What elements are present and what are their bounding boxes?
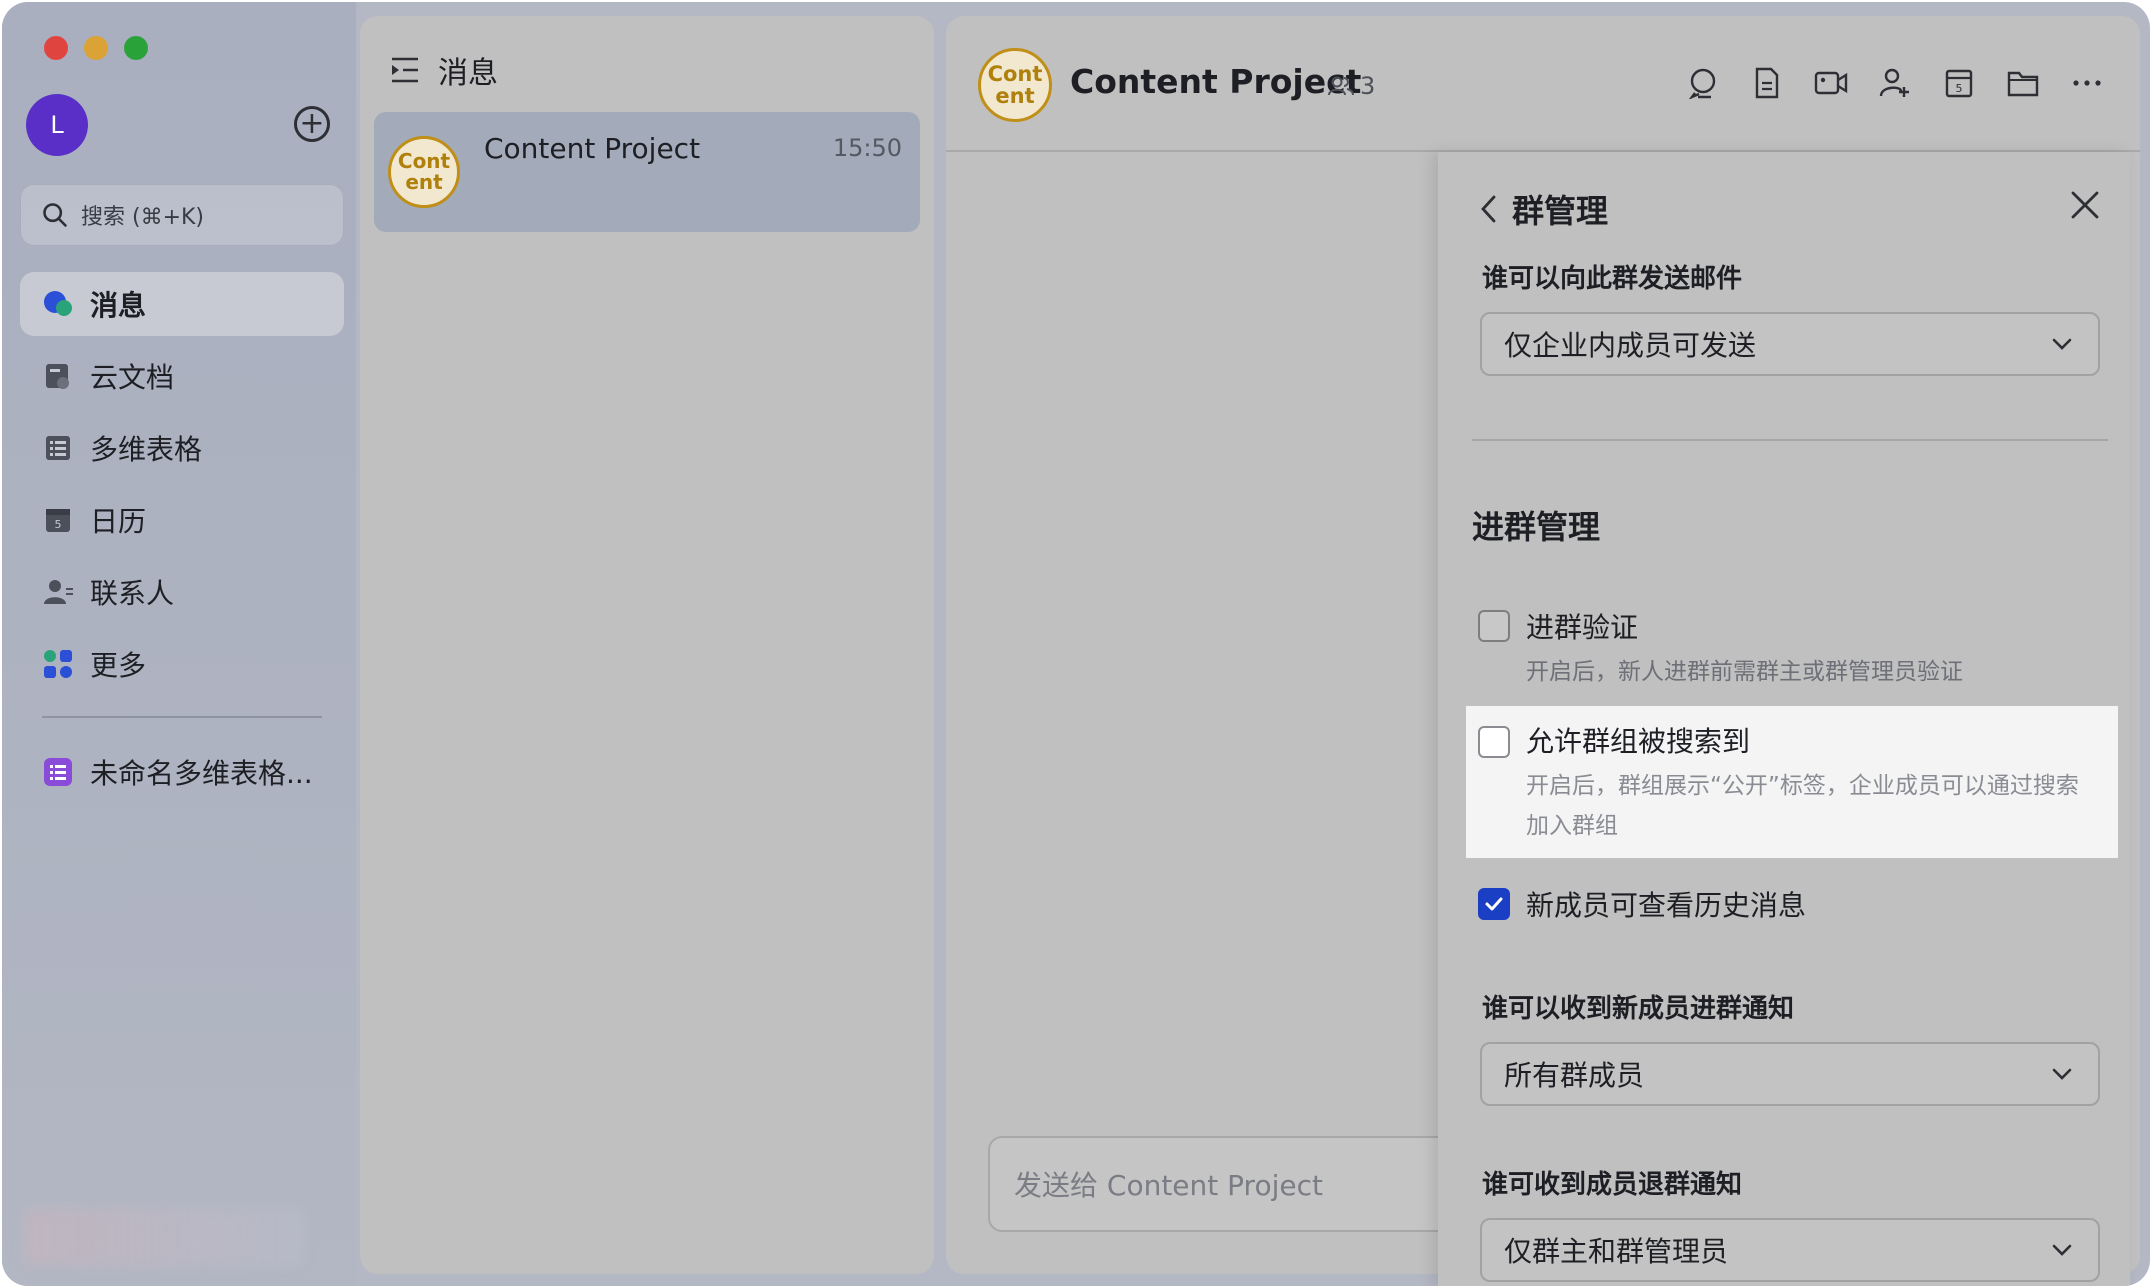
list-title: 消息 — [438, 56, 498, 91]
drawer-title: 群管理 — [1512, 192, 1609, 230]
members-icon — [1328, 76, 1354, 96]
search-input[interactable]: 搜索 (⌘+K) — [20, 184, 344, 246]
table-purple-icon — [42, 756, 74, 788]
history-visible-checkbox[interactable] — [1478, 888, 1510, 920]
doc-icon[interactable] — [1750, 66, 1784, 100]
email-permission-label: 谁可以向此群发送邮件 — [1482, 264, 1743, 294]
sidebar-item-label: 多维表格 — [90, 433, 203, 466]
conversation-title: Content Project — [484, 132, 701, 165]
chat-header: Cont ent Content Project 3 5 — [946, 16, 2140, 152]
join-verification-checkbox[interactable] — [1478, 610, 1510, 642]
sidebar: L + 搜索 (⌘+K) 消息 云文档 多维表格 5 日历 联系人 更多 未命名… — [2, 2, 356, 1286]
add-button[interactable]: + — [294, 106, 330, 142]
sidebar-item-bitable[interactable]: 多维表格 — [20, 416, 344, 480]
group-management-panel: 群管理 谁可以向此群发送邮件 仅企业内成员可发送 进群管理 进群验证 开启后，新… — [1438, 152, 2130, 1286]
leave-notice-value: 仅群主和群管理员 — [1504, 1235, 1729, 1268]
group-logo: Cont ent — [388, 136, 460, 208]
sidebar-pinned-bitable[interactable]: 未命名多维表格... — [20, 740, 344, 804]
conversation-list: 消息 Cont ent Content Project 15:50 — [360, 16, 934, 1274]
sidebar-item-label: 日历 — [90, 505, 147, 538]
searchable-group-checkbox[interactable] — [1478, 726, 1510, 758]
checkmark-icon — [1485, 897, 1503, 911]
join-management-title: 进群管理 — [1472, 508, 1601, 546]
minimize-window-button[interactable] — [84, 36, 108, 60]
option-title: 允许群组被搜索到 — [1526, 725, 1751, 758]
message-input-placeholder: 发送给 Content Project — [1014, 1169, 1323, 1202]
chat-toolbar: 5 — [1686, 66, 2104, 100]
message-bubble-icon — [42, 288, 74, 320]
join-verification-option[interactable]: 进群验证 开启后，新人进群前需群主或群管理员验证 — [1478, 606, 2118, 706]
calendar-icon: 5 — [42, 504, 74, 536]
searchable-group-option[interactable]: 允许群组被搜索到 开启后，群组展示“公开”标签，企业成员可以通过搜索加入群组 — [1466, 706, 2118, 858]
table-icon — [42, 432, 74, 464]
folder-icon[interactable] — [2006, 66, 2040, 100]
join-notice-value: 所有群成员 — [1504, 1059, 1645, 1092]
member-count-value: 3 — [1360, 72, 1376, 100]
video-call-icon[interactable] — [1814, 66, 1848, 100]
plus-icon: + — [299, 106, 325, 141]
leave-notice-label: 谁可收到成员退群通知 — [1482, 1170, 1743, 1200]
add-member-icon[interactable] — [1878, 66, 1912, 100]
group-logo[interactable]: Cont ent — [978, 48, 1052, 122]
contacts-icon — [42, 576, 74, 608]
calendar-icon[interactable]: 5 — [1942, 66, 1976, 100]
apps-grid-icon — [42, 648, 74, 680]
svg-text:5: 5 — [1956, 82, 1963, 95]
sidebar-item-messages[interactable]: 消息 — [20, 272, 344, 336]
chevron-down-icon — [2052, 1244, 2072, 1256]
avatar[interactable]: L — [26, 94, 88, 156]
email-permission-select[interactable]: 仅企业内成员可发送 — [1480, 312, 2100, 376]
search-icon — [43, 203, 67, 227]
chevron-down-icon — [2052, 338, 2072, 350]
option-title: 新成员可查看历史消息 — [1526, 889, 1807, 922]
svg-text:5: 5 — [55, 518, 62, 531]
close-window-button[interactable] — [44, 36, 68, 60]
sidebar-item-label: 云文档 — [90, 361, 175, 394]
sidebar-item-label: 消息 — [90, 289, 147, 322]
history-visible-option[interactable]: 新成员可查看历史消息 — [1478, 884, 2118, 934]
join-notice-label: 谁可以收到新成员进群通知 — [1482, 994, 1795, 1024]
cloud-doc-icon — [42, 360, 74, 392]
sidebar-item-calendar[interactable]: 5 日历 — [20, 488, 344, 552]
close-icon[interactable] — [2068, 188, 2102, 222]
search-chat-icon[interactable] — [1686, 66, 1720, 100]
sidebar-item-more[interactable]: 更多 — [20, 632, 344, 696]
list-item[interactable]: Cont ent Content Project 15:50 — [374, 112, 920, 232]
app-window: L + 搜索 (⌘+K) 消息 云文档 多维表格 5 日历 联系人 更多 未命名… — [2, 2, 2150, 1286]
chevron-down-icon — [2052, 1068, 2072, 1080]
sidebar-item-contacts[interactable]: 联系人 — [20, 560, 344, 624]
option-title: 进群验证 — [1526, 611, 1639, 644]
sidebar-item-docs[interactable]: 云文档 — [20, 344, 344, 408]
member-count[interactable]: 3 — [1328, 72, 1375, 100]
maximize-window-button[interactable] — [124, 36, 148, 60]
search-placeholder: 搜索 (⌘+K) — [81, 205, 205, 230]
join-notice-select[interactable]: 所有群成员 — [1480, 1042, 2100, 1106]
conversation-time: 15:50 — [832, 134, 902, 162]
sidebar-item-label: 更多 — [90, 649, 147, 682]
more-icon[interactable] — [2070, 66, 2104, 100]
option-description: 开启后，新人进群前需群主或群管理员验证 — [1526, 659, 1963, 685]
option-description: 开启后，群组展示“公开”标签，企业成员可以通过搜索加入群组 — [1526, 773, 2079, 839]
section-divider — [1472, 439, 2108, 441]
sidebar-item-label: 未命名多维表格... — [90, 757, 313, 790]
collapse-sidebar-icon[interactable] — [390, 56, 420, 84]
sidebar-divider — [42, 716, 322, 718]
chat-title[interactable]: Content Project — [1070, 62, 1361, 101]
blurred-footer — [24, 1208, 304, 1266]
drawer-header: 群管理 — [1480, 186, 1608, 232]
leave-notice-select[interactable]: 仅群主和群管理员 — [1480, 1218, 2100, 1282]
email-permission-value: 仅企业内成员可发送 — [1504, 329, 1757, 362]
back-icon[interactable] — [1480, 194, 1498, 224]
list-header: 消息 — [390, 48, 498, 92]
sidebar-item-label: 联系人 — [90, 577, 175, 610]
